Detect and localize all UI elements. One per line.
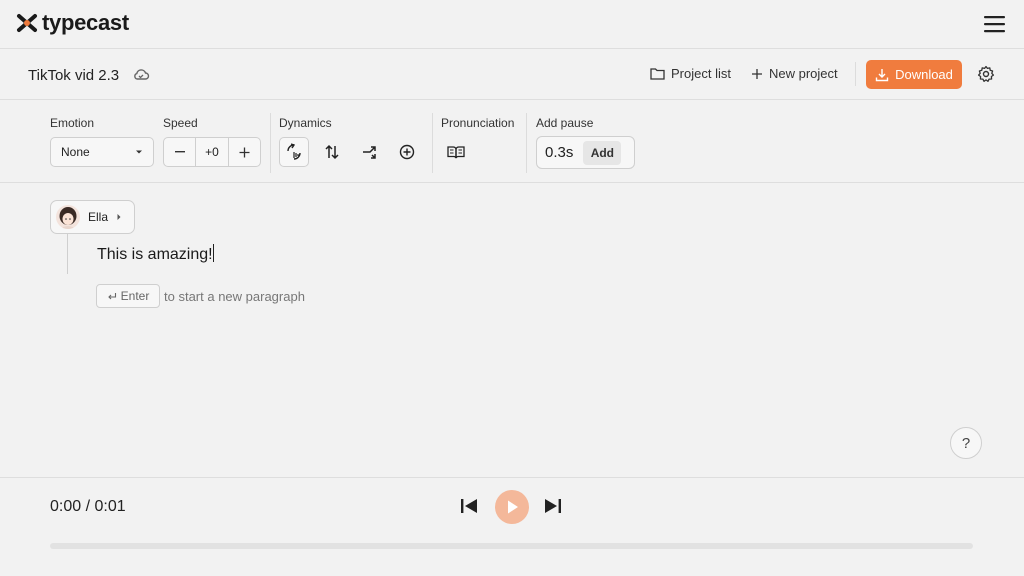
top-bar xyxy=(0,0,1024,49)
pause-duration-value[interactable]: 0.3s xyxy=(545,144,573,161)
caret-right-icon xyxy=(116,213,122,221)
dynamics-label: Dynamics xyxy=(279,116,332,130)
download-label: Download xyxy=(895,67,953,82)
emotion-dropdown[interactable]: None xyxy=(50,137,154,167)
project-list-label: Project list xyxy=(671,66,731,81)
playback-progress-bar[interactable] xyxy=(50,543,973,549)
hamburger-menu-icon[interactable] xyxy=(982,13,1008,35)
logo-text: typecast xyxy=(42,10,129,35)
new-project-button[interactable]: New project xyxy=(751,66,838,81)
plus-icon xyxy=(239,147,250,158)
speed-value[interactable]: +0 xyxy=(195,138,229,166)
add-pause-button[interactable]: Add xyxy=(583,140,622,165)
cloud-saved-icon xyxy=(132,66,150,82)
download-icon xyxy=(875,68,889,82)
toolbar-divider xyxy=(432,113,433,173)
return-arrow-icon xyxy=(107,292,117,301)
new-paragraph-hint: to start a new paragraph xyxy=(164,289,305,304)
open-book-icon xyxy=(447,145,465,159)
dynamics-pitch-button[interactable] xyxy=(317,137,347,167)
skip-previous-icon[interactable] xyxy=(459,497,479,515)
enter-key-label: Enter xyxy=(120,289,150,303)
chevron-down-icon xyxy=(135,149,143,155)
project-list-button[interactable]: Project list xyxy=(650,66,731,81)
playback-time: 0:00 / 0:01 xyxy=(50,498,126,515)
minus-icon xyxy=(174,151,185,153)
speed-stepper: +0 xyxy=(163,137,261,167)
typecast-logo-icon xyxy=(16,12,38,34)
paragraph-text[interactable]: This is amazing! xyxy=(97,244,214,264)
tone-dynamics-icon xyxy=(285,143,303,161)
speed-increase-button[interactable] xyxy=(229,138,260,166)
pronunciation-label: Pronunciation xyxy=(441,116,515,130)
plus-circle-icon xyxy=(399,144,415,160)
speed-decrease-button[interactable] xyxy=(164,138,195,166)
play-button[interactable] xyxy=(495,490,529,524)
up-down-arrows-icon xyxy=(323,143,341,161)
dynamics-tone-button[interactable] xyxy=(279,137,309,167)
paragraph-guide-line xyxy=(67,234,68,274)
dynamics-intonation-button[interactable] xyxy=(355,137,385,167)
plus-icon xyxy=(751,68,763,80)
pause-control: 0.3s Add xyxy=(536,136,635,169)
typecast-logo[interactable]: typecast xyxy=(16,10,129,36)
gear-icon[interactable] xyxy=(977,65,995,83)
help-button[interactable]: ? xyxy=(950,427,982,459)
pronunciation-dictionary-button[interactable] xyxy=(441,137,471,167)
enter-key-hint: Enter xyxy=(96,284,160,308)
toolbar-divider xyxy=(270,113,271,173)
dynamics-add-button[interactable] xyxy=(392,137,422,167)
emotion-value: None xyxy=(61,145,90,159)
toolbar-divider xyxy=(526,113,527,173)
emotion-label: Emotion xyxy=(50,116,95,130)
header-divider xyxy=(855,62,856,86)
text-cursor xyxy=(212,244,214,262)
download-button[interactable]: Download xyxy=(866,60,962,89)
speed-label: Speed xyxy=(163,116,198,130)
speaker-selector[interactable]: Ella xyxy=(50,200,135,234)
new-project-label: New project xyxy=(769,66,838,81)
speaker-name: Ella xyxy=(88,210,109,224)
play-icon xyxy=(505,499,519,515)
avatar xyxy=(56,205,80,229)
folder-icon xyxy=(650,67,665,80)
project-title[interactable]: TikTok vid 2.3 xyxy=(28,67,119,84)
skip-next-icon[interactable] xyxy=(543,497,563,515)
intonation-arrow-icon xyxy=(361,143,379,161)
add-pause-label: Add pause xyxy=(536,116,594,130)
paragraph-text-content: This is amazing! xyxy=(97,246,213,263)
